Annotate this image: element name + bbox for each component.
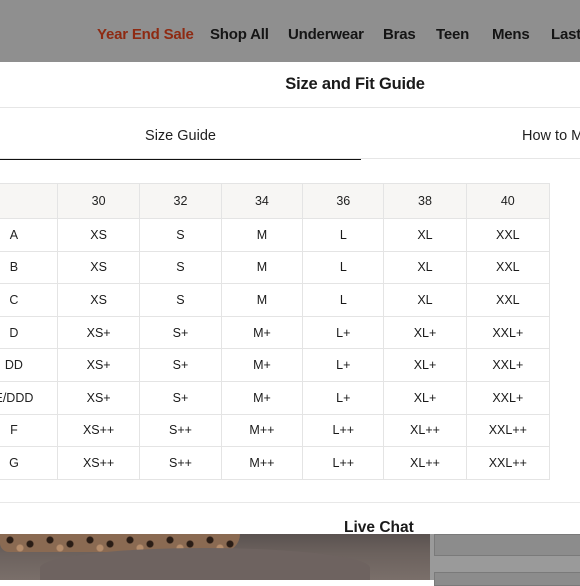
modal-tabs: Size Guide How to M [0,120,580,160]
cup-size-cell: D [0,315,58,350]
size-cell: L [302,218,385,252]
model-body [40,548,370,580]
table-header-row: 30 32 34 36 38 40 [0,183,551,219]
cup-size-cell: C [0,283,58,317]
size-cell: XXL [465,250,551,285]
size-cell: XXL++ [465,413,551,448]
table-row: C XS S M L XL XXL [0,283,551,317]
nav-item-shop-all[interactable]: Shop All [210,26,269,43]
table-row: DD XS+ S+ M+ L+ XL+ XXL+ [0,348,551,382]
size-cell: L [302,250,385,285]
size-cell: XS+ [56,380,141,415]
size-cell: L++ [302,446,385,480]
background-input-box [434,534,580,556]
size-fit-guide-modal: Size and Fit Guide Size Guide How to M 3… [0,62,580,534]
size-cell: XXL+ [465,348,551,382]
size-cell: S+ [139,315,222,350]
table-bottom-divider [0,502,580,503]
band-size-header: 38 [383,183,467,219]
modal-title: Size and Fit Guide [0,62,580,108]
band-size-header: 34 [220,183,304,219]
cup-size-cell: A [0,218,58,252]
size-cell: M++ [220,413,304,448]
size-cell: M [220,250,304,285]
background-product-photo [0,534,430,580]
nav-item-year-end-sale[interactable]: Year End Sale [97,26,194,43]
nav-item-last[interactable]: Last [551,26,580,43]
size-cell: XXL [465,283,551,317]
cup-size-cell: DD [0,348,58,382]
band-size-header: 32 [139,183,222,219]
size-cell: XL+ [383,348,467,382]
nav-item-underwear[interactable]: Underwear [288,26,364,43]
size-cell: S [139,283,222,317]
size-cell: S++ [139,446,222,480]
size-cell: L++ [302,413,385,448]
size-cell: S [139,218,222,252]
size-cell: XXL+ [465,380,551,415]
table-row: F XS++ S++ M++ L++ XL++ XXL++ [0,413,551,448]
size-cell: XL [383,250,467,285]
size-cell: L+ [302,315,385,350]
size-cell: M+ [220,380,304,415]
size-table: 30 32 34 36 38 40 A XS S M L XL XXL B XS S M L XL XXL… [0,183,551,480]
tabs-divider [0,158,580,159]
size-cell: XXL++ [465,446,551,480]
size-cell: L+ [302,380,385,415]
table-row: E/DDDXS+S+M+L+XL+XXL+ [0,380,551,415]
table-row: D XS+ S+ M+ L+ XL+ XXL+ [0,315,551,350]
band-size-header: 30 [56,183,141,219]
size-cell: XS+ [56,348,141,382]
size-cell: M [220,283,304,317]
background-side-panel [430,534,580,586]
size-cell: XL [383,218,467,252]
size-cell: S++ [139,413,222,448]
size-cell: XS+ [56,315,141,350]
band-size-header: 40 [465,183,551,219]
size-cell: XS [56,218,141,252]
corner-cell [0,183,58,219]
size-cell: S+ [139,348,222,382]
size-cell: XL++ [383,413,467,448]
cup-size-cell: E/DDD [0,380,58,415]
nav-item-bras[interactable]: Bras [383,26,416,43]
size-cell: L [302,283,385,317]
size-cell: M [220,218,304,252]
size-cell: XL [383,283,467,317]
table-row: G XS++ S++ M++ L++ XL++ XXL++ [0,446,551,480]
size-cell: XS [56,250,141,285]
size-cell: XS++ [56,446,141,480]
size-cell: L+ [302,348,385,382]
table-row: A XS S M L XL XXL [0,218,551,252]
table-row: B XS S M L XL XXL [0,250,551,285]
size-cell: XL+ [383,315,467,350]
size-cell: M+ [220,315,304,350]
nav-item-mens[interactable]: Mens [492,26,530,43]
size-cell: XXL+ [465,315,551,350]
cup-size-cell: G [0,446,58,480]
background-input-box [434,572,580,586]
nav-item-teen[interactable]: Teen [436,26,469,43]
size-cell: S+ [139,380,222,415]
top-navigation: Year End Sale Shop All Underwear Bras Te… [0,0,580,62]
size-cell: XS [56,283,141,317]
size-cell: XXL [465,218,551,252]
size-cell: S [139,250,222,285]
tab-size-guide[interactable]: Size Guide [0,120,361,160]
tab-how-to-measure[interactable]: How to M [522,120,580,158]
live-chat-button[interactable]: Live Chat [344,519,414,537]
cup-size-cell: B [0,250,58,285]
size-cell: M+ [220,348,304,382]
size-cell: XS++ [56,413,141,448]
size-cell: M++ [220,446,304,480]
band-size-header: 36 [302,183,385,219]
cup-size-cell: F [0,413,58,448]
size-cell: XL++ [383,446,467,480]
size-cell: XL+ [383,380,467,415]
